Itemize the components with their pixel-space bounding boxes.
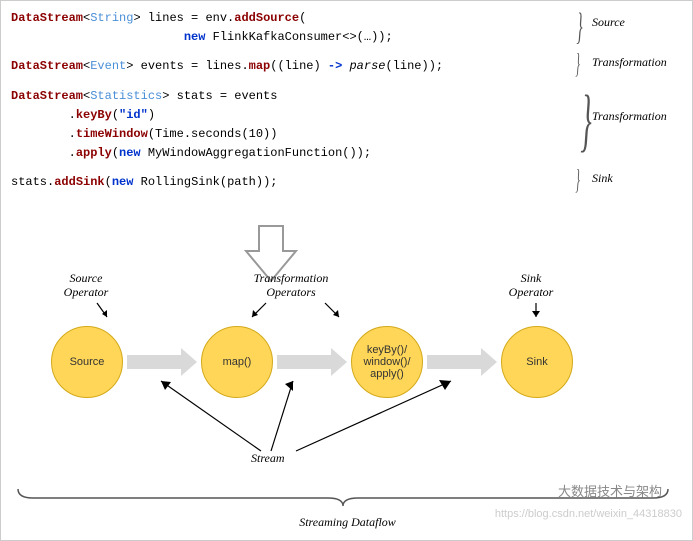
arrow-icon <box>321 301 347 323</box>
node-source: Source <box>51 326 123 398</box>
node-sink: Sink <box>501 326 573 398</box>
brace-icon: } <box>575 165 579 197</box>
arrow-icon <box>93 301 113 323</box>
flow-arrow-icon <box>127 353 197 371</box>
code-line-3: DataStream<Event> events = lines.map((li… <box>11 57 682 76</box>
arrow-icon <box>526 301 546 323</box>
arrow-icon <box>246 301 272 323</box>
watermark-url: https://blog.csdn.net/weixin_44318830 <box>495 508 682 520</box>
label-source: Source <box>592 15 625 30</box>
watermark-text: 大数据技术与架构 <box>558 481 662 500</box>
arrow-icon <box>291 376 461 456</box>
label-sink-operator: Sink Operator <box>481 271 581 300</box>
brace-icon: } <box>580 81 591 161</box>
arrow-icon <box>151 376 271 456</box>
dataflow-diagram: Source Operator Transformation Operators… <box>41 301 651 501</box>
flow-arrow-icon <box>277 353 347 371</box>
label-transformation: Transformation <box>592 55 667 70</box>
flow-arrow-icon <box>427 353 497 371</box>
brace-icon: } <box>577 5 583 49</box>
label-transformation: Transformation <box>592 109 667 124</box>
label-source-operator: Source Operator <box>36 271 136 300</box>
label-sink: Sink <box>592 171 613 186</box>
code-line-8: stats.addSink(new RollingSink(path)); <box>11 173 682 192</box>
label-transformation-operators: Transformation Operators <box>241 271 341 300</box>
brace-icon: } <box>575 49 579 81</box>
